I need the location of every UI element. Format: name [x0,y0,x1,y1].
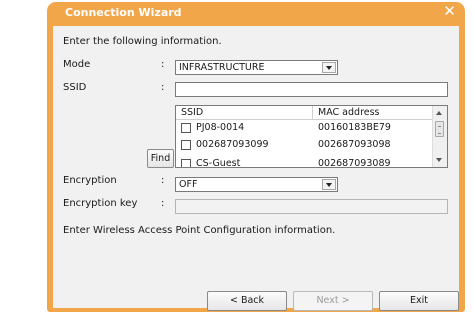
ssid-input[interactable] [175,82,448,97]
mode-select-value: INFRASTRUCTURE [179,62,265,73]
chevron-down-icon[interactable] [322,62,336,73]
next-button[interactable]: Next > [293,291,373,311]
encryption-key-colon: : [161,198,165,209]
list-item[interactable]: PJ08-0014 00160183BE79 [176,121,434,137]
column-header-mac-address[interactable]: MAC address [313,106,434,120]
encryption-key-label: Encryption key [63,198,138,209]
ssid-cell: CS-Guest [196,158,241,168]
exit-button[interactable]: Exit [379,291,459,311]
mac-cell: 002687093098 [318,139,391,150]
encryption-label: Encryption [63,175,117,186]
chevron-down-icon[interactable] [322,179,336,190]
close-icon[interactable]: ✕ [442,4,457,19]
ssid-cell: 002687093099 [196,139,269,150]
ssid-colon: : [161,82,165,93]
list-item[interactable]: 002687093099 002687093098 [176,138,434,154]
encryption-key-input[interactable] [175,199,448,214]
scroll-down-arrow-icon[interactable] [436,158,442,162]
checkbox[interactable] [181,140,191,150]
list-scrollbar[interactable] [432,106,447,167]
mode-label: Mode [63,59,91,70]
column-header-ssid[interactable]: SSID [176,106,313,120]
ssid-label: SSID [63,82,87,93]
list-item[interactable]: CS-Guest 002687093089 [176,157,434,168]
encryption-colon: : [161,175,165,186]
checkbox[interactable] [181,159,191,167]
mode-select[interactable]: INFRASTRUCTURE [175,60,338,75]
info-text: Enter Wireless Access Point Configuratio… [63,225,336,236]
checkbox[interactable] [181,123,191,133]
ssid-list[interactable]: SSID MAC address PJ08-0014 00160183BE79 … [175,105,448,168]
mode-colon: : [161,59,165,70]
find-button[interactable]: Find [147,149,174,168]
wizard-body: Enter the following information. Mode : … [53,26,459,311]
mac-cell: 00160183BE79 [318,122,391,133]
mac-cell: 002687093089 [318,158,391,168]
connection-wizard-window: Connection Wizard ✕ Enter the following … [47,2,465,312]
window-title: Connection Wizard [65,6,182,19]
scroll-up-arrow-icon[interactable] [436,111,442,115]
intro-text: Enter the following information. [63,36,222,47]
title-bar[interactable]: Connection Wizard ✕ [47,2,465,24]
encryption-select-value: OFF [179,179,198,190]
encryption-select[interactable]: OFF [175,177,338,192]
scroll-thumb[interactable] [435,121,444,137]
ssid-cell: PJ08-0014 [196,122,245,133]
back-button[interactable]: < Back [207,291,287,311]
